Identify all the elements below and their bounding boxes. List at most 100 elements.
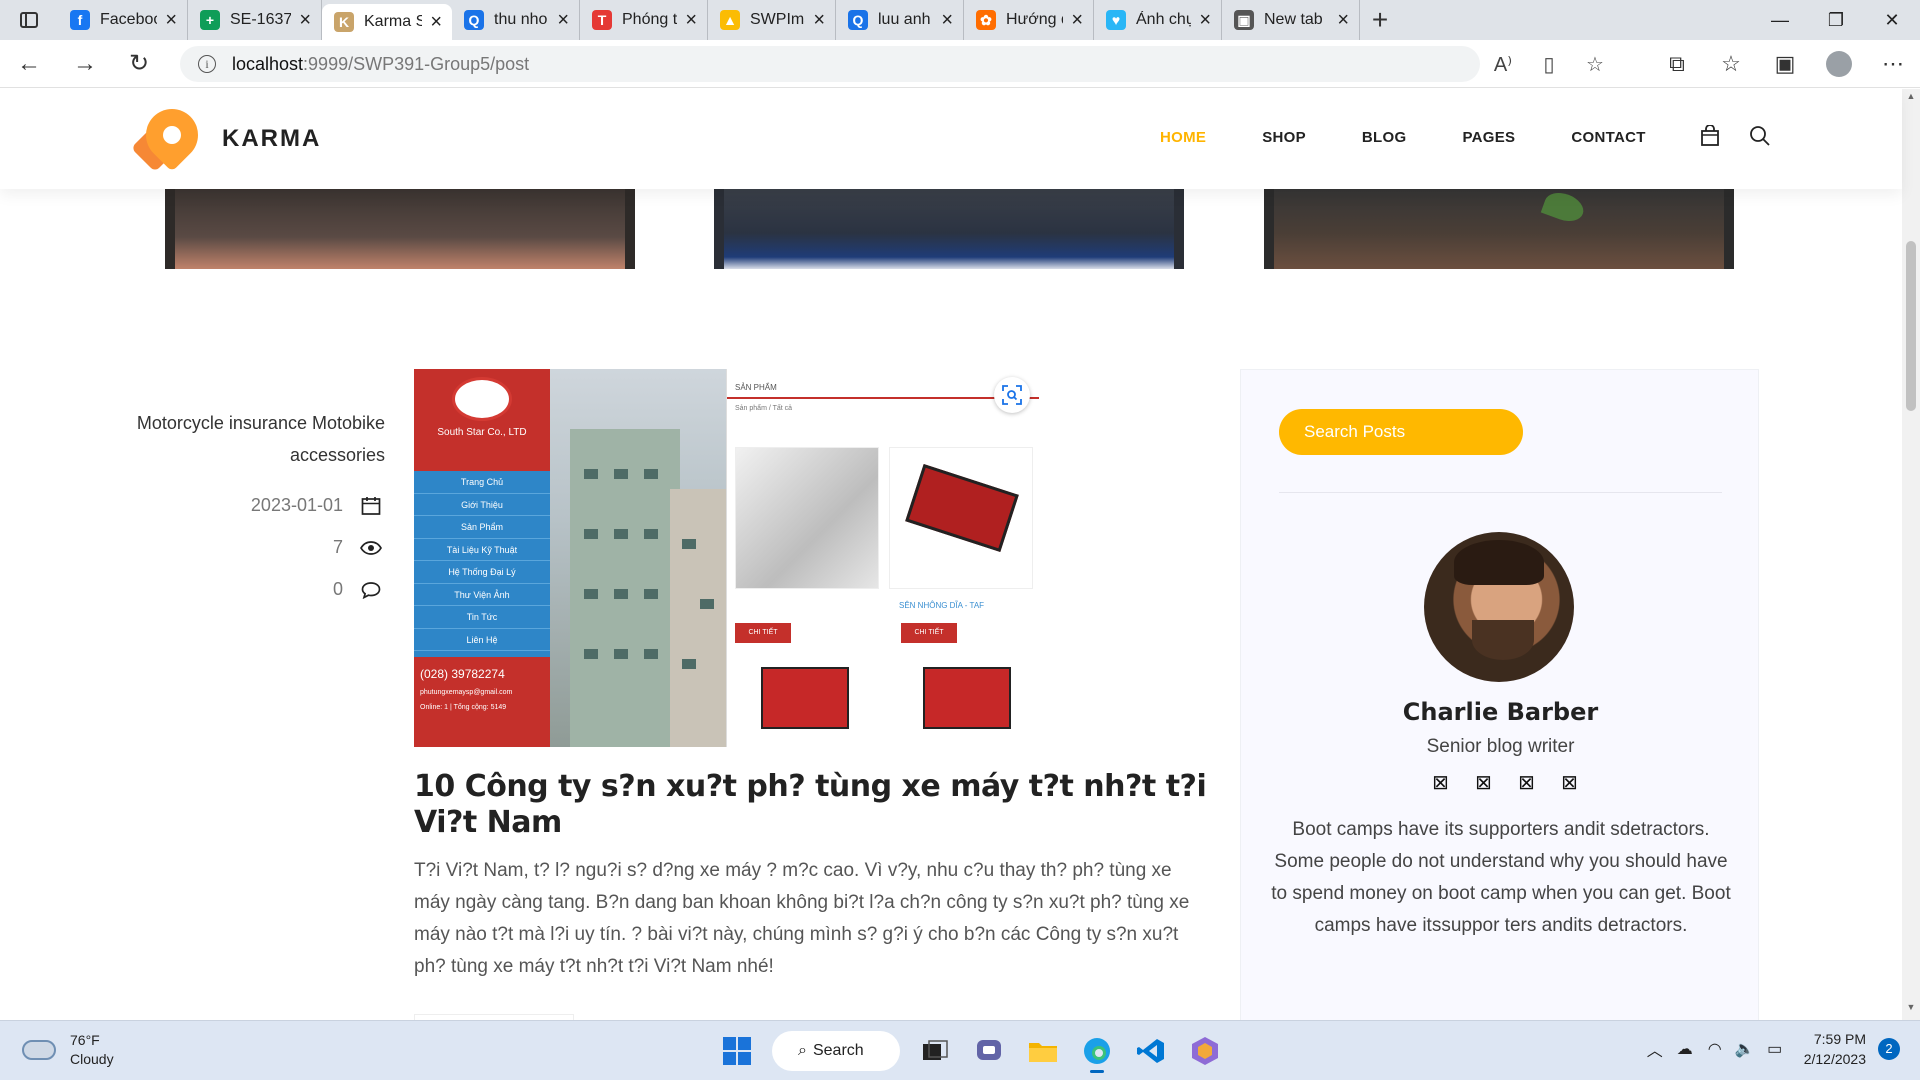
- tab-close-icon[interactable]: ×: [813, 9, 825, 32]
- tab-close-icon[interactable]: ×: [1071, 9, 1083, 32]
- blog-card-image-3[interactable]: [1264, 187, 1734, 269]
- post-views-count: 7: [332, 537, 343, 557]
- extensions-icon[interactable]: ⧉: [1650, 40, 1704, 88]
- post-date-text: 2023-01-01: [250, 495, 343, 515]
- back-button[interactable]: ←: [0, 40, 58, 88]
- header-icons: [1685, 125, 1785, 147]
- nav-home[interactable]: HOME: [1160, 129, 1206, 146]
- settings-more-icon[interactable]: ⋯: [1866, 40, 1920, 88]
- browser-tab[interactable]: + SE-1637_Eva ×: [188, 0, 322, 40]
- site-info-icon[interactable]: i: [198, 55, 216, 73]
- browser-tab[interactable]: ▣ New tab ×: [1222, 0, 1360, 40]
- profile-icon[interactable]: [1826, 51, 1852, 77]
- collections-icon[interactable]: ▣: [1758, 40, 1812, 88]
- add-favorite-icon[interactable]: ☆: [1572, 46, 1618, 82]
- browser-tab[interactable]: f Facebook ×: [58, 0, 188, 40]
- tab-close-icon[interactable]: ×: [299, 9, 311, 32]
- scroll-up-icon[interactable]: ▲: [1902, 91, 1920, 107]
- tab-close-icon[interactable]: ×: [1337, 9, 1349, 32]
- blog-card-image-2[interactable]: [714, 189, 1184, 269]
- tab-list: fFacebook×+SE-1637_Eva×KKarma Shop×Qthu …: [58, 0, 1360, 40]
- vscode-icon[interactable]: [1124, 1029, 1178, 1073]
- battery-icon[interactable]: ▭: [1760, 1039, 1790, 1059]
- post-date: 2023-01-01: [200, 495, 385, 516]
- tab-close-icon[interactable]: ×: [557, 9, 569, 32]
- weather-widget[interactable]: 76°F Cloudy: [22, 1031, 114, 1069]
- browser-tab[interactable]: K Karma Shop ×: [322, 4, 452, 40]
- url-field[interactable]: i localhost:9999/SWP391-Group5/post: [180, 46, 1480, 82]
- nav-contact[interactable]: CONTACT: [1571, 129, 1645, 146]
- tab-close-icon[interactable]: ×: [1199, 9, 1211, 32]
- search-icon[interactable]: [1735, 125, 1785, 147]
- tab-close-icon[interactable]: ×: [685, 9, 697, 32]
- scrollbar-thumb[interactable]: [1906, 241, 1916, 411]
- twitter-icon[interactable]: ⊠: [1462, 770, 1505, 795]
- tab-close-icon[interactable]: ×: [430, 11, 442, 34]
- browser-tab[interactable]: ✿ Hướng dẫn ×: [964, 0, 1094, 40]
- nav-shop[interactable]: SHOP: [1262, 129, 1306, 146]
- post-featured-image[interactable]: South Star Co., LTD Trang Chủ Giới Thiệu…: [414, 369, 1039, 747]
- image-menu-item: Sản Phẩm: [414, 516, 550, 539]
- reload-button[interactable]: ↻: [112, 40, 166, 88]
- start-button[interactable]: [710, 1029, 764, 1073]
- tab-favicon-icon: ✿: [976, 10, 996, 30]
- blog-card-image-1[interactable]: [165, 189, 635, 269]
- new-tab-button[interactable]: +: [1360, 4, 1400, 36]
- read-aloud-icon[interactable]: A⁾: [1480, 46, 1526, 82]
- browser-tab[interactable]: Qluu anh chu ×: [836, 0, 964, 40]
- edge-browser-icon[interactable]: [1070, 1029, 1124, 1073]
- task-view-icon[interactable]: [908, 1029, 962, 1073]
- maximize-button[interactable]: ❐: [1808, 0, 1864, 40]
- browser-tab[interactable]: Qthu nho anh ×: [452, 0, 580, 40]
- site-header: KARMA HOME SHOP BLOG PAGES CONTACT: [0, 89, 1902, 189]
- forward-button[interactable]: →: [58, 40, 112, 88]
- image-site-sidebar: South Star Co., LTD Trang Chủ Giới Thiệu…: [414, 369, 550, 747]
- post-categories[interactable]: Motorcycle insurance Motobike accessorie…: [130, 407, 385, 471]
- shopping-bag-icon[interactable]: [1685, 125, 1735, 147]
- tab-favicon-icon: f: [70, 10, 90, 30]
- divider: [1279, 492, 1722, 493]
- close-window-button[interactable]: ✕: [1864, 0, 1920, 40]
- nav-blog[interactable]: BLOG: [1362, 129, 1407, 146]
- wifi-icon[interactable]: ◠: [1700, 1039, 1730, 1059]
- behance-icon[interactable]: ⊠: [1548, 770, 1591, 795]
- taskbar-search[interactable]: ⌕ Search: [772, 1031, 900, 1071]
- clock[interactable]: 7:59 PM 2/12/2023: [1804, 1029, 1866, 1069]
- post-title[interactable]: 10 Công ty s?n xu?t ph? tùng xe máy t?t …: [414, 769, 1214, 841]
- system-tray: ︿ ☁ ◠ 🔈 ▭ 7:59 PM 2/12/2023 2: [1640, 1029, 1900, 1069]
- favorites-icon[interactable]: ☆: [1704, 40, 1758, 88]
- image-hotline: (028) 39782274 phutungxemaysp@gmail.com …: [414, 657, 550, 747]
- tab-title: SWPImage: [750, 11, 805, 28]
- browser-tab[interactable]: ♥ Ảnh chụp m ×: [1094, 0, 1222, 40]
- author-social-links: ⊠ ⊠ ⊠ ⊠: [1419, 770, 1591, 795]
- app-hex-icon[interactable]: [1178, 1029, 1232, 1073]
- tab-actions-button[interactable]: [0, 0, 58, 40]
- page-scrollbar[interactable]: ▲ ▼: [1902, 89, 1920, 1020]
- site-logo[interactable]: KARMA: [130, 98, 321, 173]
- author-avatar: [1424, 532, 1574, 682]
- facebook-icon[interactable]: ⊠: [1419, 770, 1462, 795]
- taskbar-search-label: Search: [812, 1042, 864, 1059]
- teams-chat-icon[interactable]: [962, 1029, 1016, 1073]
- notification-badge[interactable]: 2: [1878, 1038, 1900, 1060]
- image-online-count: Online: 1 | Tổng cộng: 5149: [420, 704, 507, 711]
- immersive-reader-icon[interactable]: ▯: [1526, 46, 1572, 82]
- nav-pages[interactable]: PAGES: [1462, 129, 1515, 146]
- search-icon: ⌕: [798, 1042, 807, 1059]
- github-icon[interactable]: ⊠: [1505, 770, 1548, 795]
- minimize-button[interactable]: —: [1752, 0, 1808, 40]
- volume-icon[interactable]: 🔈: [1730, 1039, 1760, 1059]
- browser-tab-strip: fFacebook×+SE-1637_Eva×KKarma Shop×Qthu …: [0, 0, 1920, 40]
- tab-close-icon[interactable]: ×: [165, 9, 177, 32]
- chevron-up-icon[interactable]: ︿: [1640, 1037, 1670, 1061]
- onedrive-cloud-icon[interactable]: ☁: [1670, 1039, 1700, 1059]
- search-posts-input[interactable]: Search Posts: [1279, 409, 1523, 455]
- omnibox-actions: A⁾ ▯ ☆: [1480, 46, 1618, 82]
- visual-search-icon[interactable]: [994, 377, 1030, 413]
- browser-tab[interactable]: T Phóng to, th ×: [580, 0, 708, 40]
- tab-close-icon[interactable]: ×: [941, 9, 953, 32]
- post-excerpt: T?i Vi?t Nam, t? l? ngu?i s? d?ng xe máy…: [414, 860, 1190, 977]
- scroll-down-icon[interactable]: ▼: [1902, 1002, 1920, 1018]
- browser-tab[interactable]: ▲ SWPImage ×: [708, 0, 836, 40]
- file-explorer-icon[interactable]: [1016, 1029, 1070, 1073]
